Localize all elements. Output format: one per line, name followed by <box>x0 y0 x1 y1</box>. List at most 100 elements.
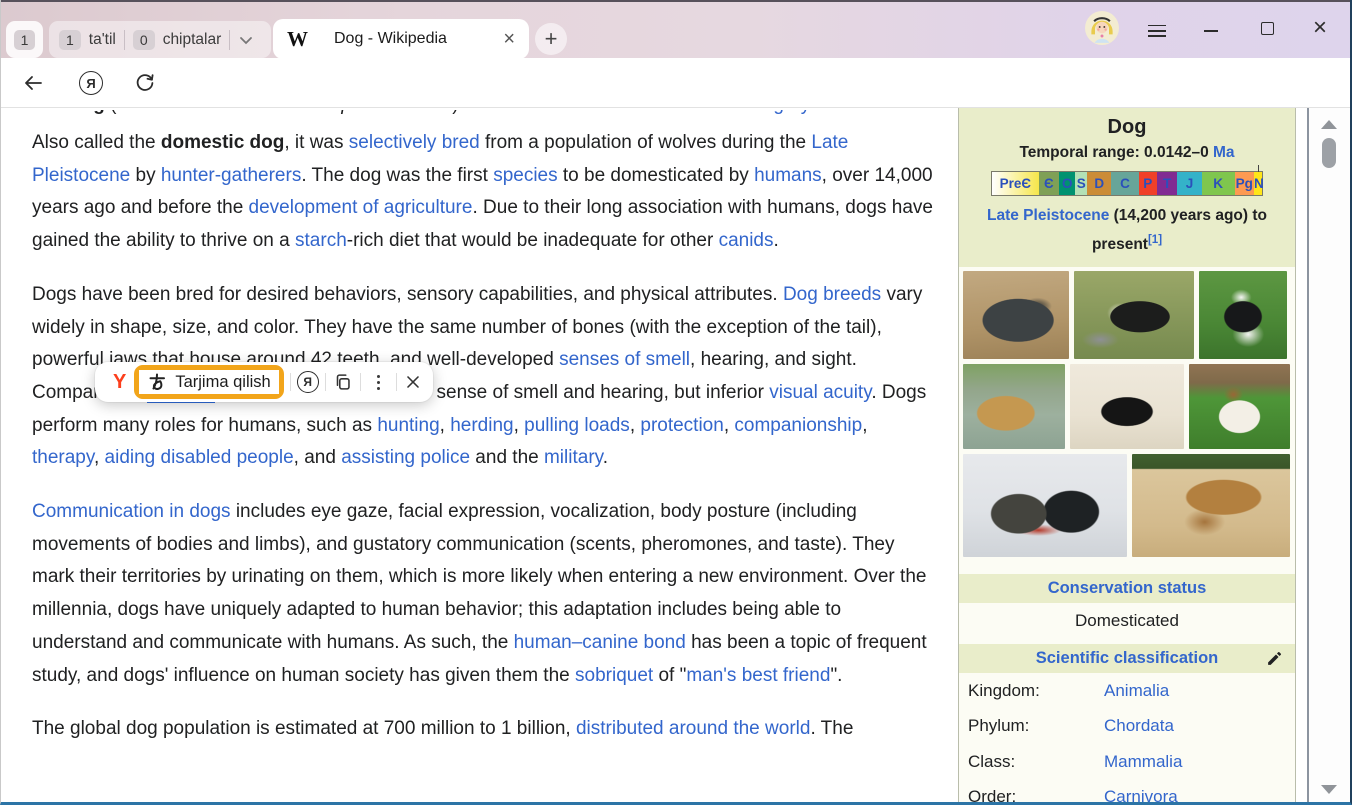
timescale-segment-link[interactable]: S <box>1075 172 1087 195</box>
article-link[interactable]: Ma <box>1213 144 1235 161</box>
reference-link[interactable]: [1] <box>1148 234 1162 246</box>
dog-photo-sled-dogs-snow[interactable] <box>963 454 1127 557</box>
dog-photo-jack-russell-terrier[interactable] <box>1189 364 1290 449</box>
tab-group-label-1: ta'til <box>89 31 116 49</box>
classification-value-link[interactable]: Mammalia <box>1104 752 1182 772</box>
dog-photo-japanese-chin[interactable] <box>1199 271 1287 359</box>
text-segment: , <box>862 415 867 436</box>
reload-icon[interactable] <box>133 71 157 95</box>
article-link[interactable]: hunting <box>377 415 439 436</box>
article-link[interactable]: human–canine bond <box>514 632 686 653</box>
browser-window: { "colors": { "highlight_orange": "#F2A5… <box>0 0 1352 805</box>
yandex-search-icon[interactable]: Я <box>297 371 319 393</box>
dog-photo-mudi-running[interactable] <box>963 271 1069 359</box>
article-link[interactable]: development of agriculture <box>249 197 473 218</box>
article-link[interactable]: pulling loads <box>524 415 630 436</box>
dog-photo-golden-retriever-water[interactable] <box>963 364 1065 449</box>
text-segment: ( <box>105 110 117 115</box>
chevron-down-icon[interactable] <box>238 32 254 48</box>
tab-group[interactable]: 1 ta'til 0 chiptalar <box>49 21 271 58</box>
article-link[interactable]: man's best friend <box>686 665 830 686</box>
timescale-segment-link[interactable]: T <box>1157 172 1177 195</box>
dog-photo-dog-nursing-puppies[interactable] <box>1132 454 1290 557</box>
timescale-segment-link[interactable]: PreЄ <box>992 172 1039 195</box>
text-segment: by <box>130 165 161 186</box>
image-grid-row <box>963 364 1291 449</box>
text-segment: dog <box>70 110 105 115</box>
article-link[interactable]: gray wolf <box>773 110 849 115</box>
classification-row: Order:Carnivora <box>959 780 1295 803</box>
text-segment: Canis lupus familiaris <box>273 110 453 115</box>
article-link[interactable]: therapy <box>32 447 94 468</box>
timescale-segment-link[interactable]: N <box>1254 172 1262 195</box>
article-link[interactable]: assisting police <box>341 447 470 468</box>
article-link[interactable]: Communication in dogs <box>32 501 231 522</box>
timescale-segment-link[interactable]: P <box>1139 172 1157 195</box>
conservation-status-header[interactable]: Conservation status <box>959 574 1295 603</box>
scroll-down-arrow-icon[interactable] <box>1321 785 1337 794</box>
timescale-segment-link[interactable]: D <box>1087 172 1111 195</box>
text-segment: , <box>630 415 641 436</box>
classification-value-link[interactable]: Animalia <box>1104 681 1169 701</box>
text-segment: of " <box>653 665 686 686</box>
toolbar-translate-label: Tarjima qilish <box>175 373 270 392</box>
scrollbar[interactable] <box>1309 108 1350 802</box>
infobox-title: Dog <box>965 116 1289 139</box>
tab-dog-wikipedia[interactable]: W Dog - Wikipedia × <box>273 19 529 59</box>
dog-photo-canaan-dog[interactable] <box>1074 271 1194 359</box>
timescale-segment-link[interactable]: J <box>1177 172 1201 195</box>
classification-value-link[interactable]: Carnivora <box>1104 787 1178 802</box>
toolbar-more-icon[interactable] <box>367 375 390 390</box>
timescale-segment-link[interactable]: Є <box>1039 172 1059 195</box>
minimize-button[interactable] <box>1204 30 1218 32</box>
timescale-segment-link[interactable]: K <box>1202 172 1235 195</box>
tab-mini[interactable]: 1 <box>6 21 43 58</box>
text-segment: domestic dog <box>161 132 285 153</box>
article-link[interactable]: canids <box>719 230 774 251</box>
article-link[interactable]: selectively bred <box>349 132 480 153</box>
article-link[interactable]: Dog breeds <box>783 284 881 305</box>
edit-pencil-icon[interactable] <box>1266 650 1283 667</box>
close-toolbar-icon[interactable] <box>403 372 423 392</box>
article-link[interactable]: visual acuity <box>769 382 871 403</box>
article-link[interactable]: herding <box>450 415 513 436</box>
text-segment: from a population of wolves during the <box>480 132 812 153</box>
maximize-button[interactable] <box>1261 22 1274 35</box>
scientific-classification-header[interactable]: Scientific classification <box>959 644 1295 673</box>
classification-rank-label: Kingdom: <box>959 681 1104 701</box>
toolbar-translate-button[interactable]: Tarjima qilish <box>139 370 278 394</box>
article-link[interactable]: starch <box>295 230 347 251</box>
profile-avatar[interactable] <box>1085 11 1119 45</box>
back-icon[interactable] <box>21 71 45 95</box>
text-segment: . <box>849 110 854 115</box>
tab-close-icon[interactable]: × <box>503 28 515 51</box>
article-link[interactable]: companionship <box>734 415 862 436</box>
article-link[interactable]: sobriquet <box>575 665 653 686</box>
article-link[interactable]: senses of smell <box>559 349 690 370</box>
browser-menu-icon[interactable] <box>1148 21 1166 41</box>
timescale-bar: PreЄЄOSDCPTJKPgN <box>991 171 1263 196</box>
article-link[interactable]: hunter-gatherers <box>161 165 301 186</box>
classification-table: Kingdom:AnimaliaPhylum:ChordataClass:Mam… <box>959 673 1295 802</box>
close-window-button[interactable]: × <box>1313 14 1327 42</box>
text-segment: to be domesticated by <box>558 165 754 186</box>
timescale-segment-link[interactable]: C <box>1111 172 1138 195</box>
classification-value-link[interactable]: Chordata <box>1104 716 1174 736</box>
article-link[interactable]: Late Pleistocene <box>987 207 1109 224</box>
new-tab-button[interactable]: + <box>535 23 567 55</box>
dog-photo-black-labrador-snow[interactable] <box>1070 364 1184 449</box>
article-link[interactable]: protection <box>640 415 723 436</box>
article-link[interactable]: military <box>544 447 603 468</box>
scrollbar-thumb[interactable] <box>1322 138 1336 168</box>
yandex-button[interactable]: Я <box>79 71 103 95</box>
timescale-segment-link[interactable]: Pg <box>1235 172 1254 195</box>
article-paragraph: Also called the domestic dog, it was sel… <box>32 127 936 258</box>
article-link[interactable]: humans <box>754 165 822 186</box>
article-link[interactable]: aiding disabled people <box>105 447 294 468</box>
article-link[interactable]: distributed around the world <box>576 718 810 739</box>
scroll-up-arrow-icon[interactable] <box>1321 120 1337 129</box>
text-segment: The <box>32 110 70 115</box>
article-link[interactable]: species <box>493 165 557 186</box>
timescale-segment-link[interactable]: O <box>1059 172 1076 195</box>
copy-icon[interactable] <box>332 371 354 393</box>
